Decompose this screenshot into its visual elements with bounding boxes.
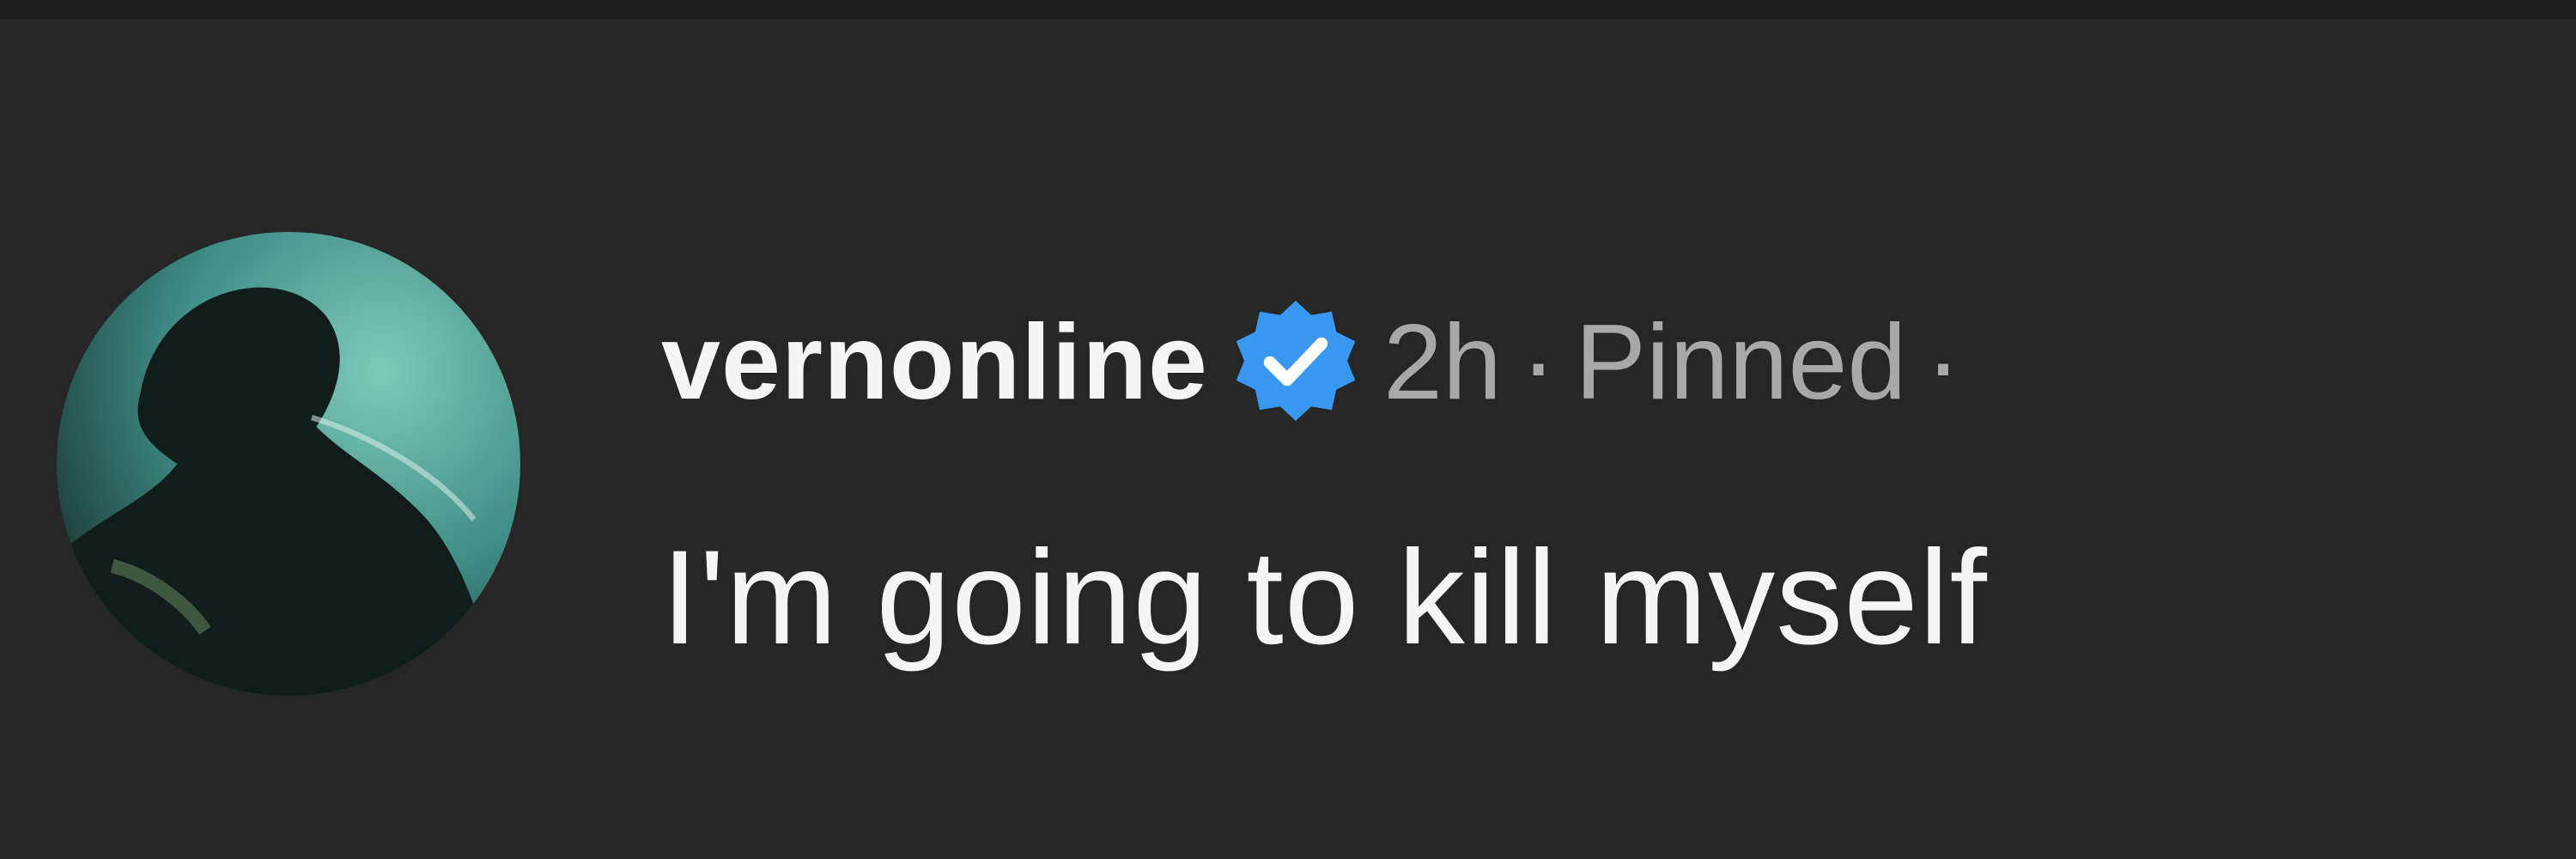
pinned-label: Pinned xyxy=(1575,303,1907,422)
pinned-comment: vernonline 2h · Pinned · I'm going to ki… xyxy=(0,19,2576,859)
timestamp: 2h xyxy=(1383,303,1502,422)
username-link[interactable]: vernonline xyxy=(661,302,1208,423)
comment-header: vernonline 2h · Pinned · xyxy=(661,294,1980,431)
comment-text: I'm going to kill myself xyxy=(661,523,1988,673)
avatar-silhouette-image xyxy=(57,232,520,696)
avatar[interactable] xyxy=(57,232,520,696)
top-divider xyxy=(0,0,2576,19)
verified-badge-icon xyxy=(1236,301,1356,421)
separator-dot: · xyxy=(1520,303,1557,422)
separator-dot: · xyxy=(1925,303,1961,422)
